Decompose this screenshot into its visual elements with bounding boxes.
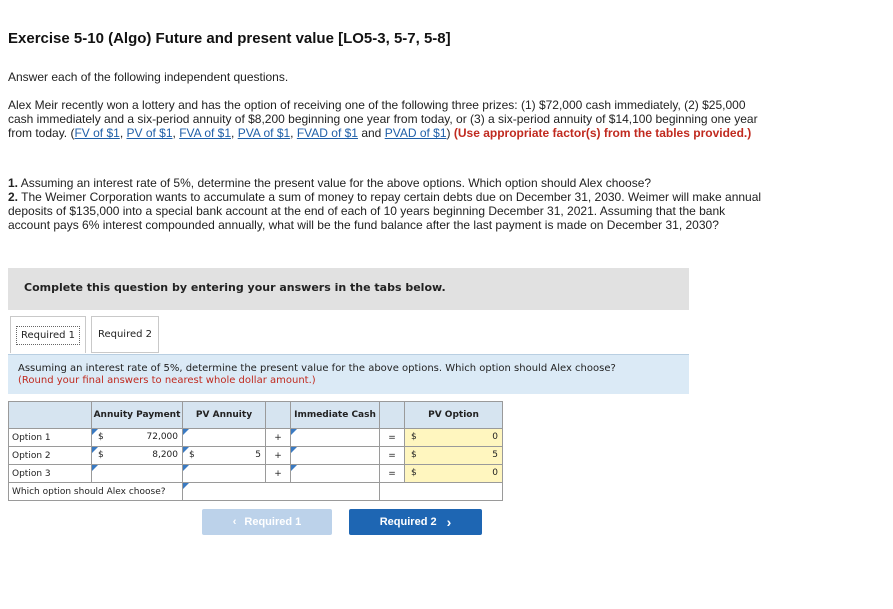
- currency-symbol: $: [98, 432, 104, 442]
- complete-banner-text: Complete this question by entering your …: [24, 281, 446, 294]
- tab-required-1-label: Required 1: [15, 325, 81, 345]
- tab-required-2-label: Required 2: [97, 329, 153, 340]
- prev-button-label: Required 1: [244, 516, 302, 528]
- question-2-text: The Weimer Corporation wants to accumula…: [8, 190, 762, 232]
- annuity-payment-input[interactable]: [91, 464, 183, 483]
- link-fva[interactable]: FVA of $1: [179, 126, 231, 140]
- plus-operator: +: [265, 428, 291, 447]
- table-row: Option 1 $72,000 + = $0: [8, 428, 503, 447]
- annuity-payment-input[interactable]: $72,000: [91, 428, 183, 447]
- header-op2: [379, 401, 405, 429]
- table-row: Option 2 $8,200 $5 + = $5: [8, 446, 503, 465]
- currency-symbol: $: [189, 450, 195, 460]
- pv-option-value: 5: [492, 450, 498, 460]
- pv-option-value: 0: [492, 432, 498, 442]
- row-label: Option 1: [8, 428, 92, 447]
- choice-row: Which option should Alex choose?: [8, 482, 503, 501]
- annuity-payment-input[interactable]: $8,200: [91, 446, 183, 465]
- pv-option-output: $0: [404, 428, 503, 447]
- immediate-cash-input[interactable]: [290, 446, 380, 465]
- link-pva[interactable]: PVA of $1: [238, 126, 290, 140]
- header-blank: [8, 401, 92, 429]
- choice-input[interactable]: [182, 482, 380, 501]
- chevron-right-icon: ›: [446, 514, 452, 530]
- instruction-text: Assuming an interest rate of 5%, determi…: [18, 363, 616, 374]
- close-paren: ): [446, 126, 451, 140]
- row-label: Option 2: [8, 446, 92, 465]
- currency-symbol: $: [411, 432, 417, 442]
- plus-operator: +: [265, 446, 291, 465]
- intro-text: Answer each of the following independent…: [8, 70, 289, 84]
- complete-banner: Complete this question by entering your …: [8, 268, 689, 310]
- question-2-number: 2.: [8, 190, 19, 204]
- plus-operator: +: [265, 464, 291, 483]
- pv-annuity-input[interactable]: [182, 428, 266, 447]
- immediate-cash-input[interactable]: [290, 428, 380, 447]
- currency-symbol: $: [98, 450, 104, 460]
- question-2: 2. The Weimer Corporation wants to accum…: [8, 190, 768, 232]
- currency-symbol: $: [411, 450, 417, 460]
- header-op1: [265, 401, 291, 429]
- and-word: and: [361, 126, 382, 140]
- next-required-2-button[interactable]: Required 2 ›: [349, 509, 482, 535]
- annuity-payment-value: 8,200: [152, 450, 178, 460]
- header-pv-option: PV Option: [404, 401, 503, 429]
- equals-operator: =: [379, 464, 405, 483]
- pv-option-output: $5: [404, 446, 503, 465]
- pv-annuity-value: 5: [255, 450, 261, 460]
- immediate-cash-input[interactable]: [290, 464, 380, 483]
- currency-symbol: $: [411, 468, 417, 478]
- question-1-number: 1.: [8, 176, 19, 190]
- pv-option-value: 0: [492, 468, 498, 478]
- link-pvad[interactable]: PVAD of $1: [385, 126, 447, 140]
- question-1: 1. Assuming an interest rate of 5%, dete…: [8, 176, 768, 190]
- choice-blank: [379, 482, 503, 501]
- link-fvad[interactable]: FVAD of $1: [297, 126, 358, 140]
- factor-instruction: (Use appropriate factor(s) from the tabl…: [453, 126, 752, 140]
- table-row: Option 3 + = $0: [8, 464, 503, 483]
- row-label: Option 3: [8, 464, 92, 483]
- header-annuity-payment: Annuity Payment: [91, 401, 183, 429]
- choice-label: Which option should Alex choose?: [8, 482, 183, 501]
- scenario-paragraph: Alex Meir recently won a lottery and has…: [8, 98, 758, 140]
- question-1-text: Assuming an interest rate of 5%, determi…: [20, 176, 652, 190]
- next-button-label: Required 2: [379, 516, 437, 528]
- exercise-title: Exercise 5-10 (Algo) Future and present …: [8, 30, 451, 47]
- pv-annuity-input[interactable]: [182, 464, 266, 483]
- tab-required-1[interactable]: Required 1: [10, 316, 86, 353]
- tab-required-2[interactable]: Required 2: [91, 316, 159, 353]
- header-pv-annuity: PV Annuity: [182, 401, 266, 429]
- annuity-payment-value: 72,000: [146, 432, 179, 442]
- chevron-left-icon: ‹: [232, 516, 237, 528]
- header-immediate-cash: Immediate Cash: [290, 401, 380, 429]
- questions-block: 1. Assuming an interest rate of 5%, dete…: [8, 176, 768, 232]
- instruction-hint: (Round your final answers to nearest who…: [18, 375, 316, 386]
- pv-worksheet-table: Annuity Payment PV Annuity Immediate Cas…: [8, 401, 503, 501]
- instruction-box: Assuming an interest rate of 5%, determi…: [8, 354, 689, 394]
- link-fv[interactable]: FV of $1: [74, 126, 119, 140]
- table-header-row: Annuity Payment PV Annuity Immediate Cas…: [8, 401, 503, 429]
- equals-operator: =: [379, 428, 405, 447]
- equals-operator: =: [379, 446, 405, 465]
- prev-required-1-button[interactable]: ‹ Required 1: [202, 509, 332, 535]
- link-pv[interactable]: PV of $1: [127, 126, 173, 140]
- pv-annuity-input[interactable]: $5: [182, 446, 266, 465]
- pv-option-output: $0: [404, 464, 503, 483]
